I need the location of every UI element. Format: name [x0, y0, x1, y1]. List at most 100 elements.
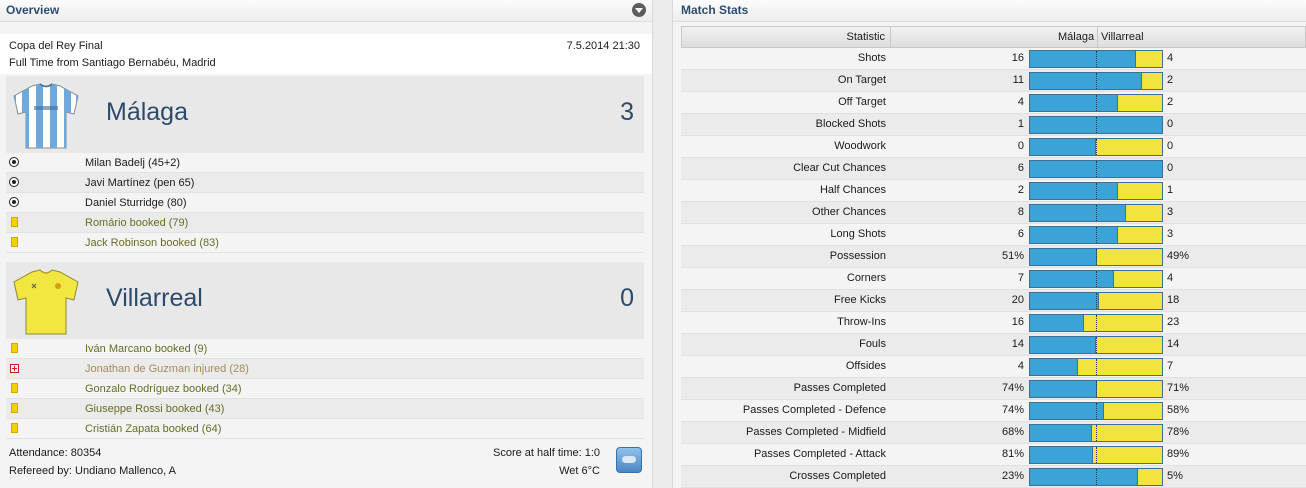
stat-row: On Target 11 2 — [681, 70, 1306, 92]
stat-comparison-bar — [1029, 226, 1163, 244]
stat-row: Passes Completed - Midfield 68% 78% — [681, 422, 1306, 444]
stat-bar-midline — [1096, 403, 1097, 419]
stat-row: Passes Completed - Defence 74% 58% — [681, 400, 1306, 422]
stat-bar-home-fill — [1030, 447, 1093, 463]
stat-row: Free Kicks 20 18 — [681, 290, 1306, 312]
yellow-card-icon — [11, 403, 18, 413]
stat-bar-midline — [1096, 271, 1097, 287]
stat-away-value: 18 — [1167, 294, 1180, 306]
stat-away-value: 58% — [1167, 404, 1190, 416]
column-header-away[interactable]: Villarreal — [1101, 31, 1144, 43]
stat-label: Throw-Ins — [837, 316, 886, 328]
stat-bar-midline — [1096, 337, 1097, 353]
stats-table-header: Statistic Málaga Villarreal — [681, 26, 1306, 48]
stat-home-value: 6 — [1017, 228, 1024, 240]
yellow-card-icon — [11, 383, 18, 393]
stat-bar-midline — [1096, 117, 1097, 133]
collapse-menu-icon[interactable] — [632, 3, 646, 17]
stat-away-value: 4 — [1167, 52, 1174, 64]
yellow-card-icon — [11, 343, 18, 353]
home-team-block: Málaga 3 — [6, 76, 644, 156]
stat-bar-home-fill — [1030, 425, 1092, 441]
stat-home-value: 16 — [1011, 52, 1024, 64]
event-text[interactable]: Gonzalo Rodríguez booked (34) — [85, 383, 242, 395]
stat-bar-midline — [1096, 95, 1097, 111]
away-event-row: Cristián Zapata booked (64) — [6, 419, 644, 439]
stat-row: Long Shots 6 3 — [681, 224, 1306, 246]
stat-away-value: 0 — [1167, 118, 1174, 130]
stat-away-value: 0 — [1167, 162, 1174, 174]
weather-text: Wet 6°C — [559, 465, 600, 477]
away-kit-icon — [13, 269, 79, 335]
stat-label: Blocked Shots — [815, 118, 886, 130]
stat-bar-midline — [1096, 293, 1097, 309]
stat-bar-home-fill — [1030, 469, 1138, 485]
stat-bar-home-fill — [1030, 337, 1096, 353]
event-text[interactable]: Jack Robinson booked (83) — [85, 237, 219, 249]
stat-bar-midline — [1096, 425, 1097, 441]
event-text[interactable]: Iván Marcano booked (9) — [85, 343, 207, 355]
stat-label: Woodwork — [834, 140, 886, 152]
stat-away-value: 1 — [1167, 184, 1174, 196]
away-team-block: Villarreal 0 — [6, 262, 644, 342]
injury-icon — [10, 364, 19, 373]
stat-comparison-bar — [1029, 94, 1163, 112]
home-team-name[interactable]: Málaga — [106, 98, 188, 127]
stat-comparison-bar — [1029, 182, 1163, 200]
venue-text: Full Time from Santiago Bernabéu, Madrid — [9, 57, 216, 69]
stat-comparison-bar — [1029, 380, 1163, 398]
stat-comparison-bar — [1029, 402, 1163, 420]
stat-row: Corners 7 4 — [681, 268, 1306, 290]
away-team-name[interactable]: Villarreal — [106, 284, 203, 313]
event-text[interactable]: Giuseppe Rossi booked (43) — [85, 403, 224, 415]
event-text[interactable]: Cristián Zapata booked (64) — [85, 423, 221, 435]
away-team-score: 0 — [620, 284, 634, 312]
yellow-card-icon — [11, 217, 18, 227]
attendance-text: Attendance: 80354 — [9, 447, 102, 459]
stat-home-value: 2 — [1017, 184, 1024, 196]
stat-row: Clear Cut Chances 6 0 — [681, 158, 1306, 180]
event-text[interactable]: Milan Badelj (45+2) — [85, 157, 180, 169]
match-info: Copa del Rey Final 7.5.2014 21:30 Full T… — [0, 34, 652, 74]
column-header-statistic[interactable]: Statistic — [846, 31, 885, 43]
event-text[interactable]: Daniel Sturridge (80) — [85, 197, 187, 209]
stat-row: Passes Completed - Attack 81% 89% — [681, 444, 1306, 466]
event-text[interactable]: Javi Martínez (pen 65) — [85, 177, 194, 189]
away-events-list: Iván Marcano booked (9) Jonathan de Guzma… — [6, 339, 644, 439]
football-icon — [9, 197, 19, 207]
match-datetime: 7.5.2014 21:30 — [566, 40, 640, 52]
stat-row: Offsides 4 7 — [681, 356, 1306, 378]
stat-away-value: 14 — [1167, 338, 1180, 350]
stat-label: Shots — [857, 52, 886, 64]
stat-home-value: 68% — [1001, 426, 1024, 438]
stat-away-value: 71% — [1167, 382, 1190, 394]
stat-away-value: 23 — [1167, 316, 1180, 328]
stat-bar-midline — [1096, 227, 1097, 243]
event-text[interactable]: Romário booked (79) — [85, 217, 188, 229]
stat-bar-midline — [1096, 161, 1097, 177]
stat-label: Possession — [829, 250, 886, 262]
stat-home-value: 7 — [1017, 272, 1024, 284]
away-event-row: Giuseppe Rossi booked (43) — [6, 399, 644, 419]
match-stats-panel: Match Stats Statistic Málaga Villarreal … — [673, 0, 1306, 488]
panel-divider[interactable] — [652, 0, 673, 488]
stat-row: Fouls 14 14 — [681, 334, 1306, 356]
stat-bar-home-fill — [1030, 381, 1097, 397]
stat-away-value: 89% — [1167, 448, 1190, 460]
stat-bar-midline — [1096, 73, 1097, 89]
away-event-row: Iván Marcano booked (9) — [6, 339, 644, 359]
stat-row: Half Chances 2 1 — [681, 180, 1306, 202]
stat-row: Crosses Completed 23% 5% — [681, 466, 1306, 488]
stat-home-value: 14 — [1011, 338, 1024, 350]
stat-label: Fouls — [859, 338, 886, 350]
stat-label: Passes Completed - Attack — [753, 448, 886, 460]
stat-bar-midline — [1096, 315, 1097, 331]
column-header-home[interactable]: Málaga — [1058, 31, 1094, 43]
overview-title: Overview — [6, 3, 60, 17]
stat-bar-home-fill — [1030, 293, 1099, 309]
stat-away-value: 0 — [1167, 140, 1174, 152]
stat-label: Passes Completed - Defence — [742, 404, 886, 416]
event-text[interactable]: Jonathan de Guzman injured (28) — [85, 363, 249, 375]
stat-row: Throw-Ins 16 23 — [681, 312, 1306, 334]
yellow-card-icon — [11, 423, 18, 433]
